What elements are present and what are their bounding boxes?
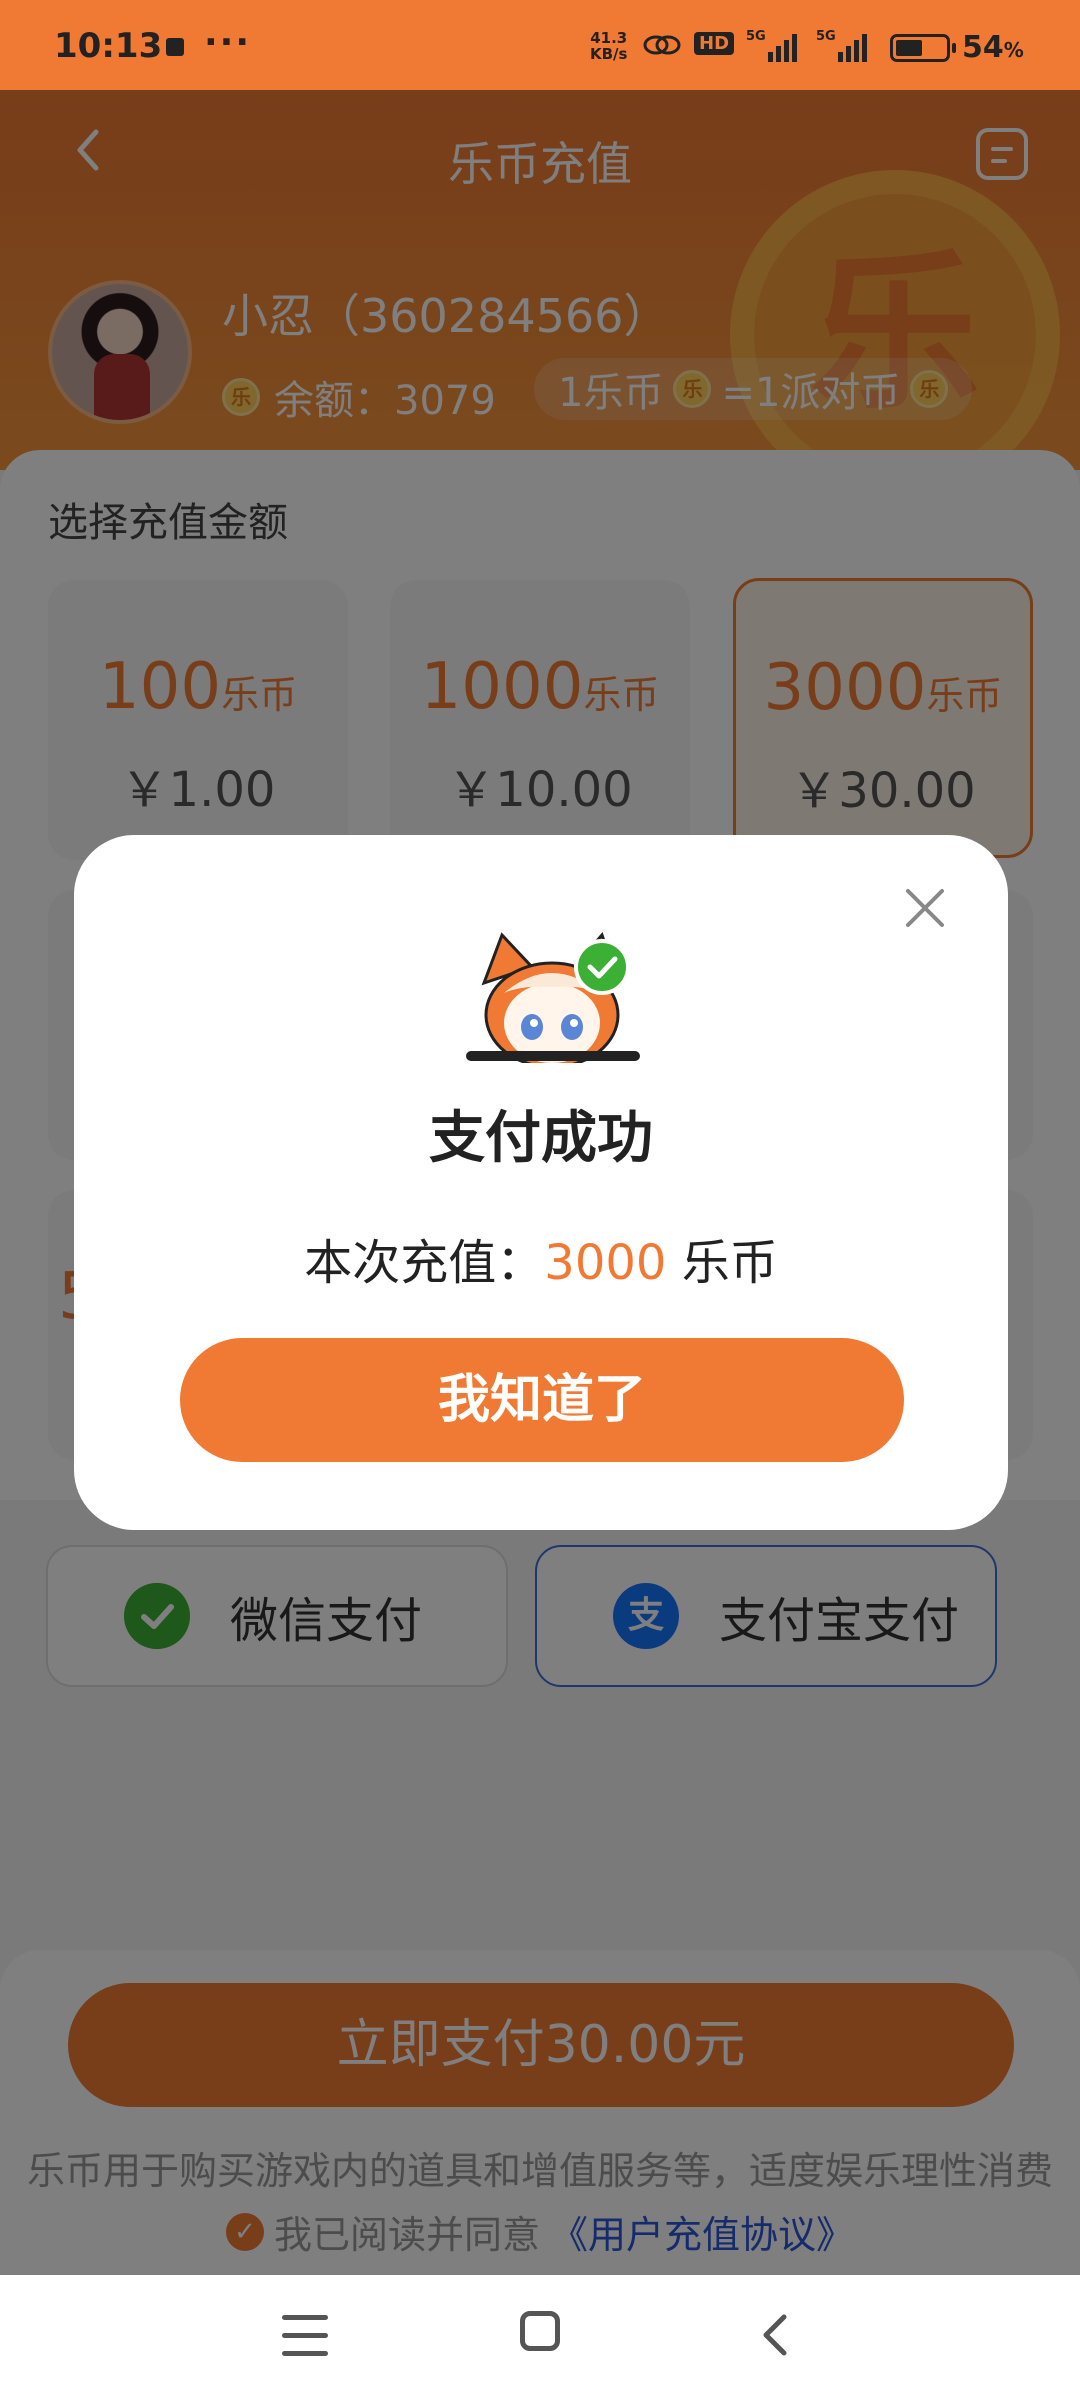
back-nav-icon[interactable] <box>754 2311 798 2359</box>
hd-voice-icon: HD <box>694 32 735 55</box>
signal-network-label: 5G <box>746 29 766 44</box>
battery-icon <box>890 34 956 62</box>
network-speed: 41.3 KB/s <box>590 30 627 62</box>
battery-percent-value: 54 <box>962 30 1004 65</box>
home-icon[interactable] <box>520 2311 560 2351</box>
dialog-title: 支付成功 <box>429 1106 653 1171</box>
system-nav-bar <box>0 2275 1080 2400</box>
hotspot-link-icon <box>643 35 681 55</box>
payment-success-dialog: 支付成功 本次充值：3000 乐币 我知道了 <box>74 835 1008 1530</box>
signal-icon: 5G <box>816 29 867 62</box>
status-bar: 10:13 ··· 41.3 KB/s HD 5G 5G 54% <box>0 0 1080 90</box>
close-icon[interactable] <box>902 885 948 931</box>
recent-apps-icon[interactable] <box>282 2315 328 2357</box>
acknowledge-button[interactable]: 我知道了 <box>180 1338 904 1462</box>
status-time: 10:13 <box>54 26 163 66</box>
dialog-message-unit: 乐币 <box>666 1235 778 1291</box>
dialog-message: 本次充值：3000 乐币 <box>74 1223 1008 1293</box>
mascot-success-icon <box>466 932 640 1063</box>
battery-percent-unit: % <box>1003 38 1024 62</box>
dialog-recharge-amount: 3000 <box>544 1235 667 1291</box>
network-speed-unit: KB/s <box>590 45 628 63</box>
battery-percent: 54% <box>962 30 1024 65</box>
more-notifications-icon: ··· <box>204 22 252 63</box>
battery-level-fill <box>896 40 922 56</box>
dialog-message-prefix: 本次充值： <box>304 1235 545 1291</box>
signal-network-label: 5G <box>816 29 836 44</box>
notification-icon <box>166 38 184 56</box>
signal-icon: 5G <box>746 29 797 62</box>
